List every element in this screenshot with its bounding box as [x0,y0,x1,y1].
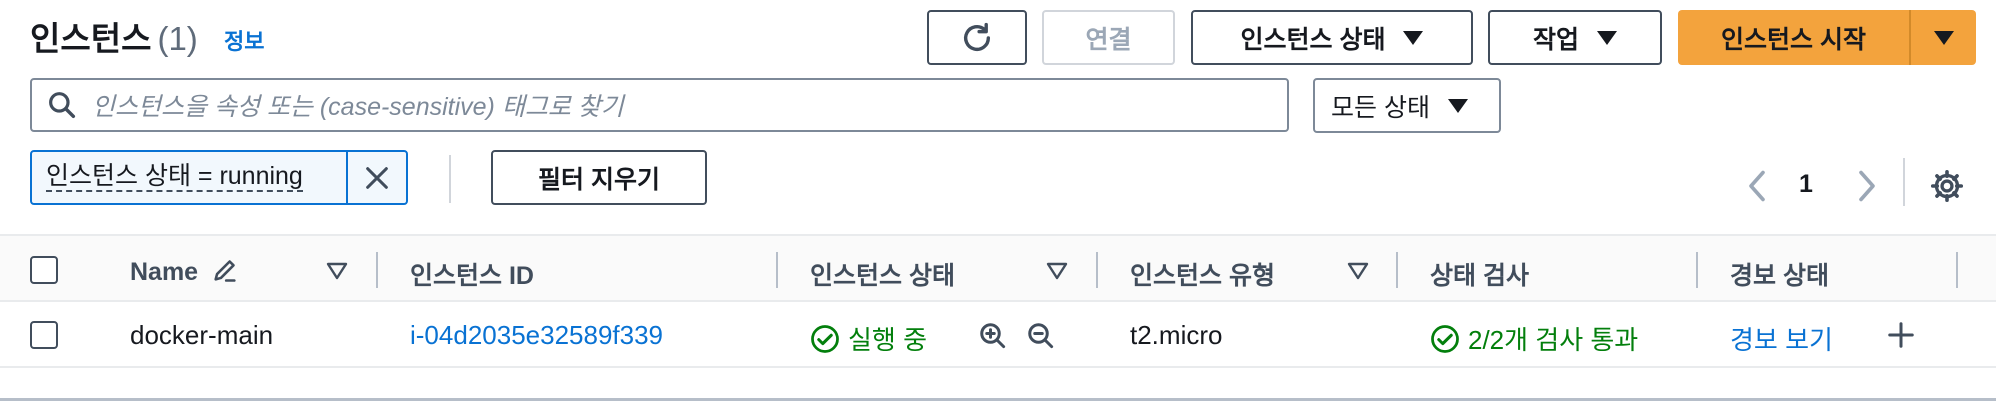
instance-count: (1) [157,20,198,57]
check-circle-icon [1431,324,1459,353]
divider [449,155,451,203]
search-input[interactable]: 인스턴스을 속성 또는 (case-sensitive) 태그로 찾기 [92,87,624,123]
caret-down-icon [1597,30,1617,45]
cell-alarm-view-link[interactable]: 경보 보기 [1730,320,1833,357]
column-header-name[interactable]: Name [130,256,239,287]
select-all-checkbox[interactable] [30,256,58,284]
table-header: Name 인스턴스 ID 인스턴스 상태 인스턴스 유형 상태 검사 경보 상태 [0,234,1996,302]
column-resizer[interactable] [1396,252,1398,288]
cell-instance-state-label: 실행 중 [848,325,927,355]
column-resizer[interactable] [1696,252,1698,288]
zoom-out-icon[interactable] [1026,321,1056,351]
page-title-text: 인스턴스 [30,20,152,57]
row-checkbox[interactable] [30,321,58,349]
table-bottom-border [0,398,1996,401]
search-icon [49,92,76,119]
column-header-instance-state[interactable]: 인스턴스 상태 [810,256,955,292]
plus-icon[interactable] [1886,320,1916,350]
connect-button[interactable]: 연결 [1042,10,1175,65]
filter-dropdown-icon[interactable] [1347,262,1369,280]
filter-token-label: 인스턴스 상태 = running [46,162,303,193]
column-header-name-label: Name [130,258,199,286]
cell-instance-type: t2.micro [1130,320,1223,350]
filter-token: 인스턴스 상태 = running [30,150,408,205]
actions-button-label: 작업 [1532,25,1579,54]
info-link[interactable]: 정보 [224,24,264,56]
table-row[interactable]: docker-main i-04d2035e32589f339 실행 중 t2.… [0,302,1996,368]
column-resizer[interactable] [1956,252,1958,288]
actions-button[interactable]: 작업 [1488,10,1662,65]
instance-state-button-label: 인스턴스 상태 [1240,25,1386,54]
caret-down-icon [1933,30,1954,45]
filter-token-label-wrap[interactable]: 인스턴스 상태 = running [32,152,348,203]
refresh-button[interactable] [927,10,1027,65]
chevron-right-icon[interactable] [1853,168,1881,204]
divider [1903,158,1905,206]
cell-instance-state: 실행 중 [810,320,927,357]
filter-dropdown-icon[interactable] [1046,262,1068,280]
chevron-left-icon[interactable] [1743,168,1771,204]
column-resizer[interactable] [376,252,378,288]
edit-icon [214,260,236,282]
filter-dropdown-icon[interactable] [326,262,348,280]
state-filter-value: 모든 상태 [1331,93,1430,122]
current-page[interactable]: 1 [1799,170,1813,199]
column-resizer[interactable] [776,252,778,288]
caret-down-icon [1403,30,1424,45]
launch-instance-button[interactable]: 인스턴스 시작 [1678,10,1909,65]
clear-filters-button[interactable]: 필터 지우기 [491,150,707,205]
column-resizer[interactable] [1096,252,1098,288]
cell-instance-id[interactable]: i-04d2035e32589f339 [410,320,663,351]
instance-state-button[interactable]: 인스턴스 상태 [1191,10,1473,65]
column-header-instance-id[interactable]: 인스턴스 ID [410,256,534,292]
page-title: 인스턴스 (1) [30,12,198,60]
check-circle-icon [811,324,839,353]
remove-filter-button[interactable] [348,152,406,203]
cell-status-check-label: 2/2개 검사 통과 [1468,325,1639,355]
gear-icon[interactable] [1929,168,1965,204]
cell-name: docker-main [130,320,274,350]
launch-options-button[interactable] [1909,10,1976,65]
column-header-instance-type[interactable]: 인스턴스 유형 [1130,256,1275,292]
close-icon [366,166,388,189]
search-box[interactable]: 인스턴스을 속성 또는 (case-sensitive) 태그로 찾기 [30,78,1289,132]
caret-down-icon [1447,98,1468,113]
cell-status-check: 2/2개 검사 통과 [1430,320,1638,357]
state-filter-select[interactable]: 모든 상태 [1313,78,1501,133]
column-header-status-check[interactable]: 상태 검사 [1430,256,1529,292]
refresh-icon [963,22,991,51]
column-header-alarm-status[interactable]: 경보 상태 [1730,256,1829,292]
zoom-in-icon[interactable] [978,321,1008,351]
